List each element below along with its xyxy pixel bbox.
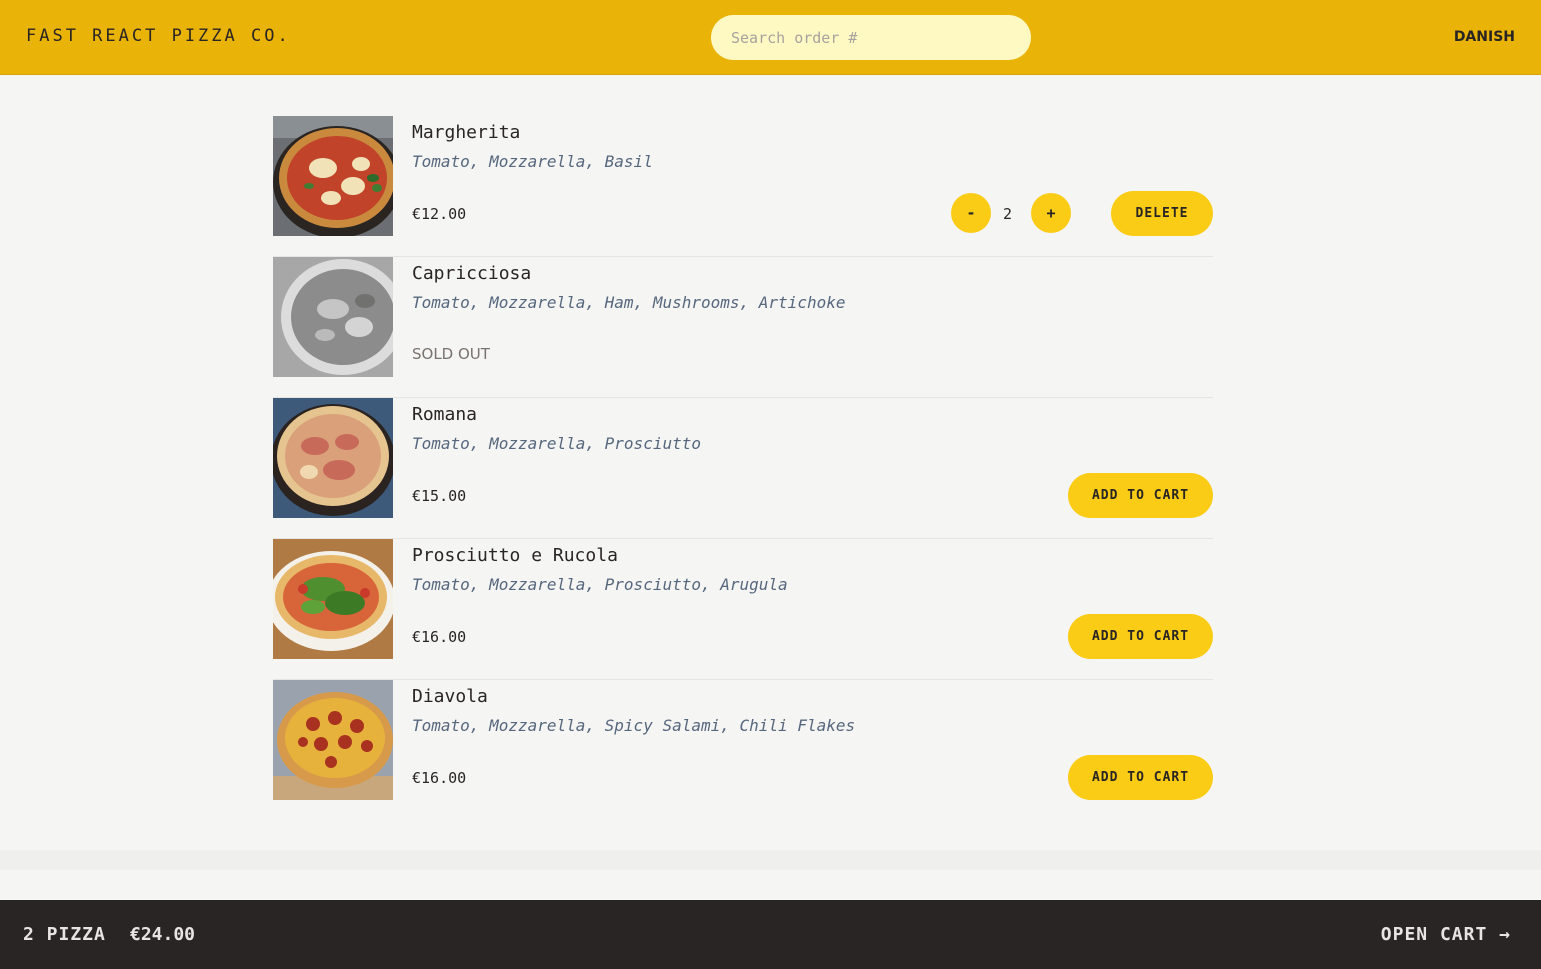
pizza-image <box>273 257 393 377</box>
pizza-name: Capricciosa <box>412 263 532 284</box>
pizza-name: Margherita <box>412 122 521 143</box>
add-to-cart-button[interactable]: ADD TO CART <box>1068 614 1213 659</box>
pizza-price: €16.00 <box>412 628 467 646</box>
open-cart-link[interactable]: OPEN CART → <box>1381 924 1511 945</box>
content-divider <box>0 850 1541 870</box>
add-to-cart-button[interactable]: ADD TO CART <box>1068 755 1213 800</box>
search-order-input[interactable] <box>711 15 1031 60</box>
decrease-quantity-button[interactable]: - <box>951 193 991 233</box>
pizza-name: Diavola <box>412 686 488 707</box>
pizza-name: Prosciutto e Rucola <box>412 545 618 566</box>
pizza-price: €16.00 <box>412 769 467 787</box>
pizza-image <box>273 539 393 659</box>
pizza-name: Romana <box>412 404 478 425</box>
menu-item-prosciutto-e-rucola: Prosciutto e Rucola Tomato, Mozzarella, … <box>273 539 1213 680</box>
add-to-cart-button[interactable]: ADD TO CART <box>1068 473 1213 518</box>
increase-quantity-button[interactable]: + <box>1031 193 1071 233</box>
delete-button[interactable]: DELETE <box>1111 191 1213 236</box>
cart-total-price: €24.00 <box>130 924 196 945</box>
pizza-price: €12.00 <box>412 205 467 223</box>
cart-pizza-count: 2 PIZZA <box>23 924 106 945</box>
menu-item-romana: Romana Tomato, Mozzarella, Prosciutto €1… <box>273 398 1213 539</box>
quantity-value: 2 <box>1003 205 1013 223</box>
pizza-ingredients: Tomato, Mozzarella, Prosciutto <box>412 434 701 453</box>
pizza-ingredients: Tomato, Mozzarella, Prosciutto, Arugula <box>412 575 788 594</box>
sold-out-label: SOLD OUT <box>412 345 490 363</box>
menu-list: Margherita Tomato, Mozzarella, Basil €12… <box>273 116 1213 810</box>
pizza-image <box>273 398 393 518</box>
username: DANISH <box>1453 29 1515 45</box>
logo-link[interactable]: FAST REACT PIZZA CO. <box>26 26 291 46</box>
pizza-image <box>273 680 393 800</box>
pizza-ingredients: Tomato, Mozzarella, Spicy Salami, Chili … <box>412 716 856 735</box>
menu-item-capricciosa: Capricciosa Tomato, Mozzarella, Ham, Mus… <box>273 257 1213 398</box>
cart-overview: 2 PIZZA €24.00 OPEN CART → <box>0 900 1541 969</box>
pizza-price: €15.00 <box>412 487 467 505</box>
pizza-ingredients: Tomato, Mozzarella, Basil <box>412 152 653 171</box>
menu-item-margherita: Margherita Tomato, Mozzarella, Basil €12… <box>273 116 1213 257</box>
pizza-image <box>273 116 393 236</box>
app-header: FAST REACT PIZZA CO. DANISH <box>0 0 1541 75</box>
menu-item-diavola: Diavola Tomato, Mozzarella, Spicy Salami… <box>273 680 1213 810</box>
pizza-ingredients: Tomato, Mozzarella, Ham, Mushrooms, Arti… <box>412 293 846 312</box>
